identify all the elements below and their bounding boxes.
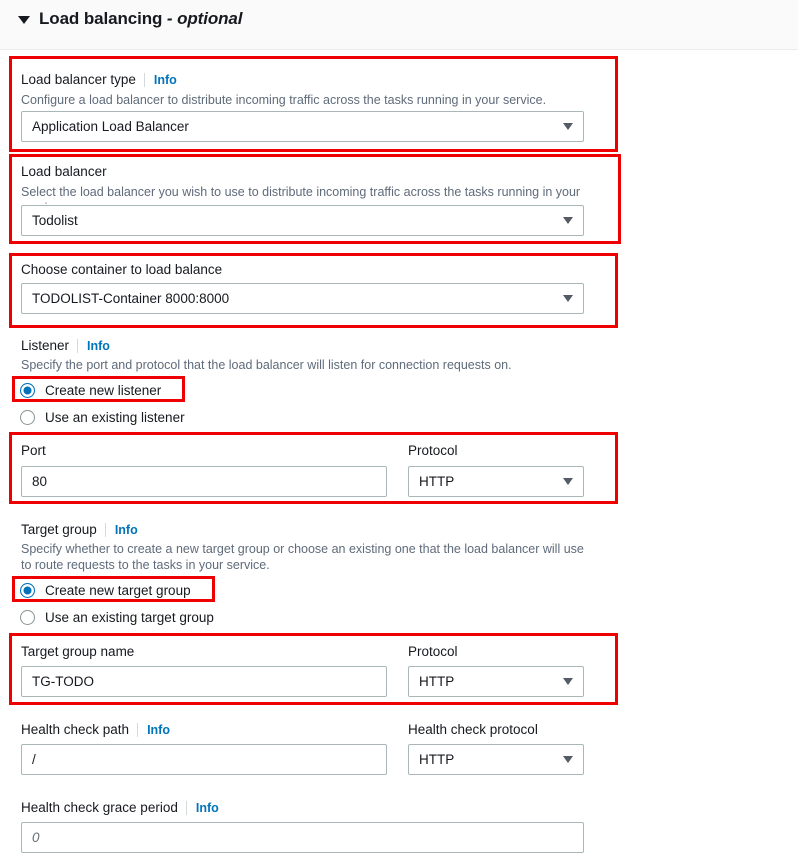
page-title: Load balancing - optional bbox=[39, 9, 242, 29]
health-check-grace-period-placeholder: 0 bbox=[32, 830, 40, 845]
load-balancing-form: Load balancer type Info Configure a load … bbox=[0, 50, 798, 861]
container-value: TODOLIST-Container 8000:8000 bbox=[32, 291, 230, 306]
radio-use-existing-listener-label: Use an existing listener bbox=[45, 410, 185, 425]
radio-use-existing-target-group-label: Use an existing target group bbox=[45, 610, 214, 625]
health-check-path-label: Health check path Info bbox=[21, 722, 170, 737]
load-balancer-type-description: Configure a load balancer to distribute … bbox=[21, 93, 547, 107]
health-check-protocol-select[interactable]: HTTP bbox=[408, 744, 584, 775]
chevron-down-icon bbox=[563, 756, 573, 763]
chevron-down-icon bbox=[563, 217, 573, 224]
chevron-down-icon bbox=[563, 123, 573, 130]
container-select[interactable]: TODOLIST-Container 8000:8000 bbox=[21, 283, 584, 314]
port-value: 80 bbox=[32, 474, 48, 489]
load-balancer-type-select[interactable]: Application Load Balancer bbox=[21, 111, 584, 142]
load-balancer-type-value: Application Load Balancer bbox=[32, 119, 189, 134]
container-label: Choose container to load balance bbox=[21, 262, 223, 277]
port-input[interactable]: 80 bbox=[21, 466, 387, 497]
info-link-listener[interactable]: Info bbox=[77, 339, 110, 353]
target-group-name-input[interactable]: TG-TODO bbox=[21, 666, 387, 697]
health-check-path-input[interactable]: / bbox=[21, 744, 387, 775]
section-header: Load balancing - optional bbox=[0, 0, 798, 50]
target-group-protocol-label: Protocol bbox=[408, 644, 458, 659]
chevron-down-icon[interactable] bbox=[18, 16, 30, 24]
chevron-down-icon bbox=[563, 678, 573, 685]
health-check-protocol-value: HTTP bbox=[419, 752, 455, 767]
target-group-name-label: Target group name bbox=[21, 644, 135, 659]
port-label: Port bbox=[21, 443, 46, 458]
info-link-target-group[interactable]: Info bbox=[104, 523, 138, 537]
radio-icon-selected[interactable] bbox=[20, 383, 35, 398]
listener-label: Listener Info bbox=[21, 338, 110, 353]
load-balancer-select[interactable]: Todolist bbox=[21, 205, 584, 236]
section-title-text: Load balancing bbox=[39, 9, 163, 28]
target-group-description: Specify whether to create a new target g… bbox=[21, 542, 584, 572]
target-group-label: Target group Info bbox=[21, 522, 138, 537]
radio-icon-unselected[interactable] bbox=[20, 610, 35, 625]
target-group-name-value: TG-TODO bbox=[32, 674, 94, 689]
chevron-down-icon bbox=[563, 295, 573, 302]
health-check-path-value: / bbox=[32, 752, 36, 767]
listener-protocol-value: HTTP bbox=[419, 474, 455, 489]
target-group-protocol-value: HTTP bbox=[419, 674, 455, 689]
listener-protocol-label: Protocol bbox=[408, 443, 458, 458]
radio-icon-unselected[interactable] bbox=[20, 410, 35, 425]
radio-icon-selected[interactable] bbox=[20, 583, 35, 598]
radio-create-new-target-group[interactable]: Create new target group bbox=[20, 583, 191, 598]
target-group-protocol-select[interactable]: HTTP bbox=[408, 666, 584, 697]
info-link-load-balancer-type[interactable]: Info bbox=[143, 73, 177, 87]
info-link-health-check-path[interactable]: Info bbox=[137, 723, 170, 737]
load-balancer-label: Load balancer bbox=[21, 164, 107, 179]
load-balancer-value: Todolist bbox=[32, 213, 78, 228]
info-link-health-check-grace-period[interactable]: Info bbox=[185, 801, 219, 815]
radio-create-new-listener-label: Create new listener bbox=[45, 383, 162, 398]
health-check-grace-period-label: Health check grace period Info bbox=[21, 800, 219, 815]
section-title-optional: - optional bbox=[166, 9, 243, 28]
chevron-down-icon bbox=[563, 478, 573, 485]
load-balancer-type-label: Load balancer type Info bbox=[21, 72, 177, 87]
health-check-protocol-label: Health check protocol bbox=[408, 722, 538, 737]
health-check-grace-period-input[interactable]: 0 bbox=[21, 822, 584, 853]
listener-protocol-select[interactable]: HTTP bbox=[408, 466, 584, 497]
radio-use-existing-target-group[interactable]: Use an existing target group bbox=[20, 610, 214, 625]
radio-create-new-target-group-label: Create new target group bbox=[45, 583, 191, 598]
radio-create-new-listener[interactable]: Create new listener bbox=[20, 383, 161, 398]
section-header-toggle[interactable]: Load balancing - optional bbox=[18, 9, 242, 29]
listener-description: Specify the port and protocol that the l… bbox=[21, 358, 512, 372]
radio-use-existing-listener[interactable]: Use an existing listener bbox=[20, 410, 185, 425]
